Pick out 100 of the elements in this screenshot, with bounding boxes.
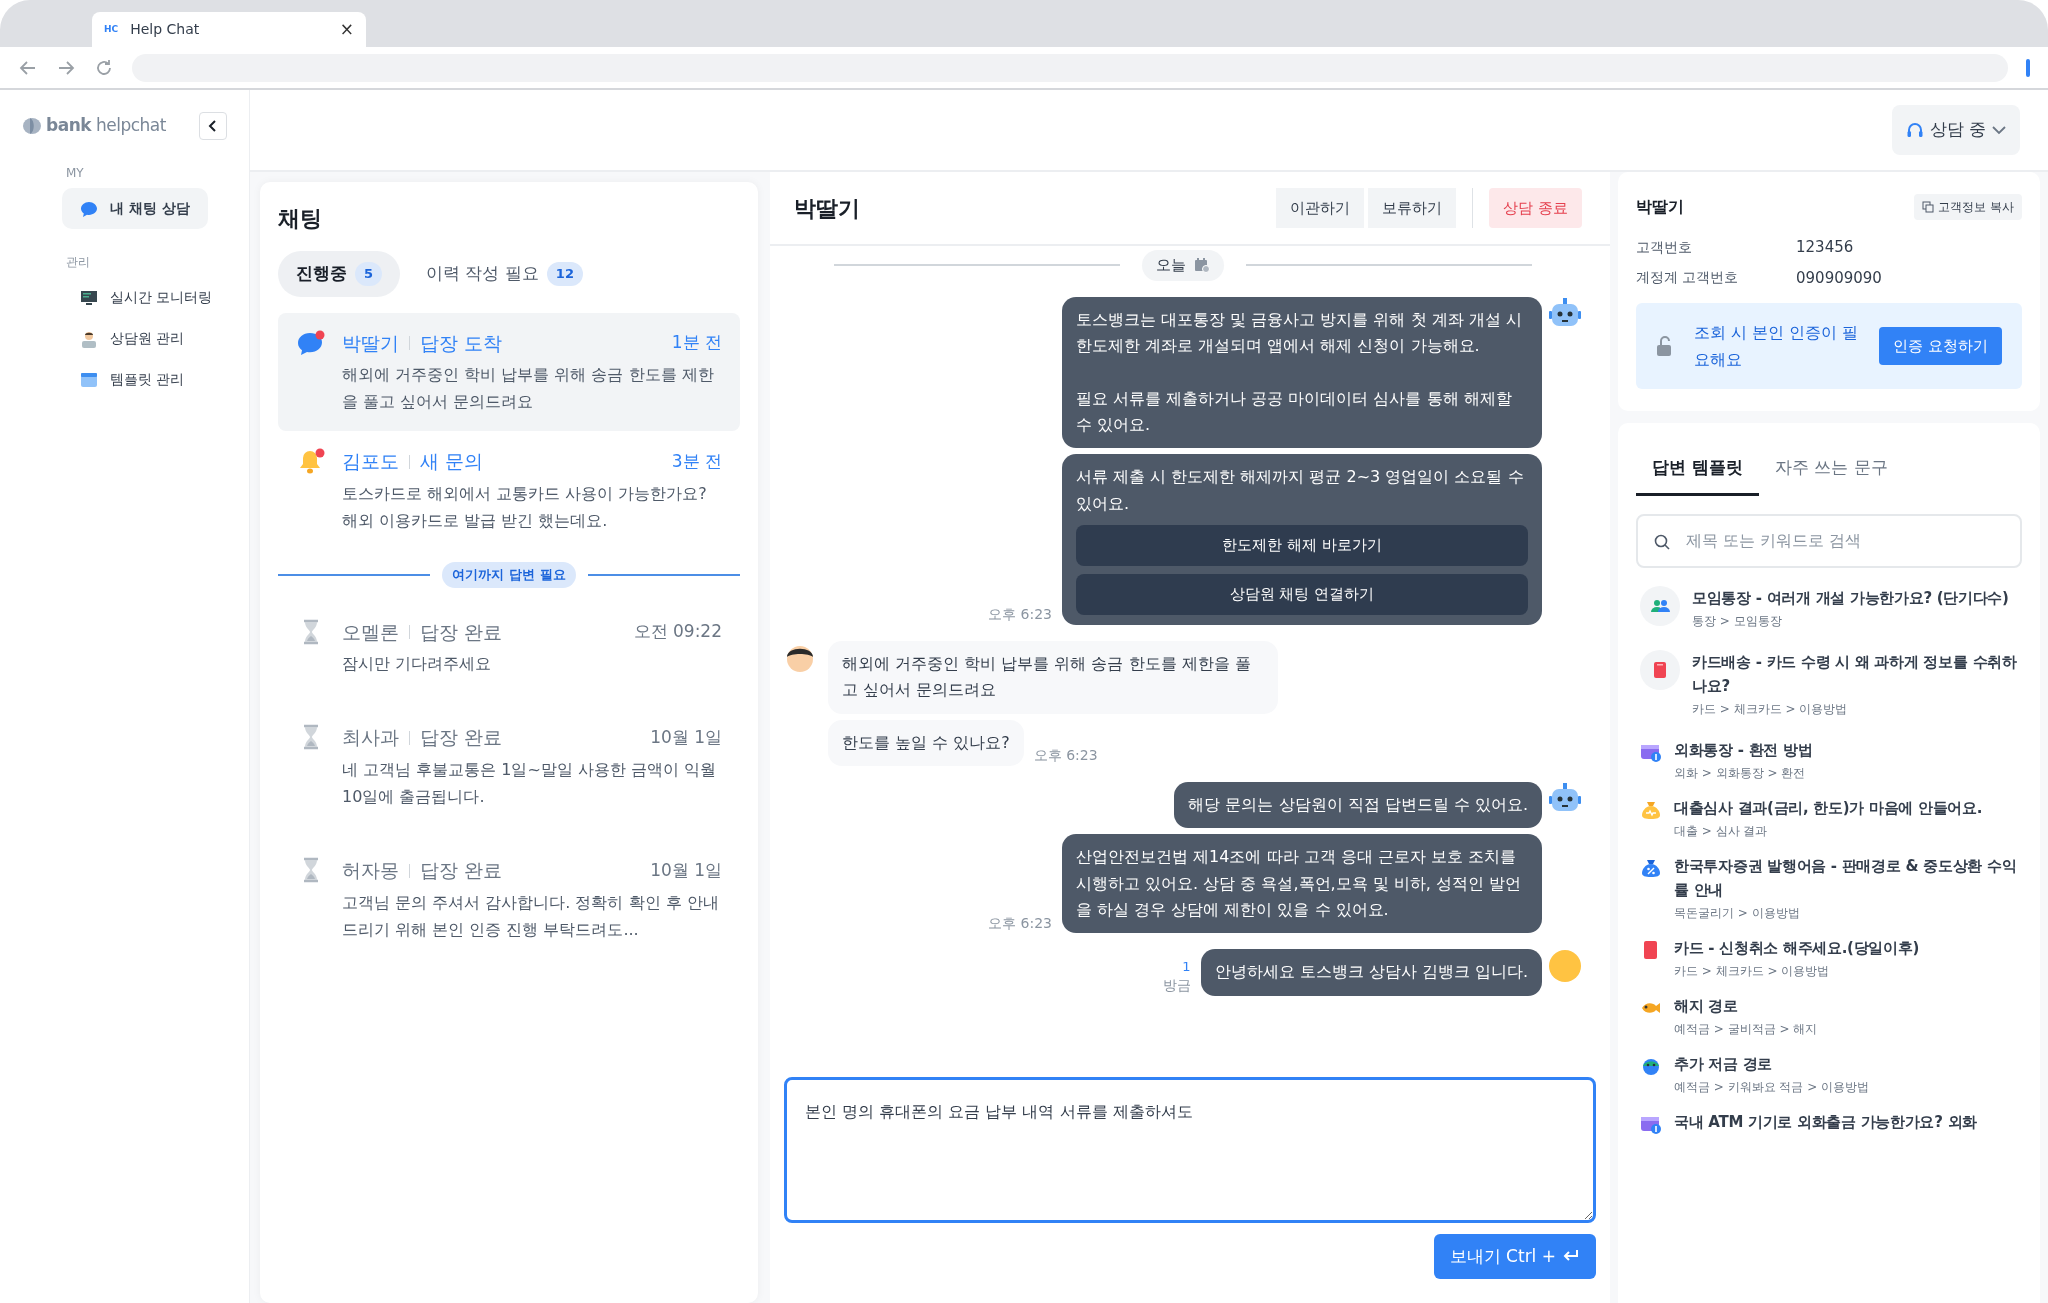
copy-customer-info-button[interactable]: 고객정보 복사 [1914, 194, 2022, 220]
template-item[interactable]: 추가 저금 경로 예적금 > 키워봐요 적금 > 이용방법 [1636, 1045, 2022, 1102]
profile-indicator-icon[interactable] [2026, 58, 2030, 77]
message-time: 방금 [1162, 976, 1191, 996]
quick-reply-button[interactable]: 한도제한 해제 바로가기 [1076, 525, 1528, 566]
message-preview: 네 고객님 후불교통은 1일~말일 사용한 금액이 익월 10일에 출금됩니다. [342, 758, 718, 809]
message-preview: 고객님 문의 주셔서 감사합니다. 정확히 확인 후 안내드리기 위해 본인 인증 진행 부탁드려도... [342, 891, 720, 941]
template-title: 카드배송 - 카드 수령 시 왜 과하게 정보를 수취하나요? [1692, 651, 2018, 697]
robot-avatar-icon [1548, 296, 1582, 329]
consult-status-dropdown[interactable]: 상담 중 [1891, 105, 2020, 155]
section-label: MY [66, 165, 85, 182]
search-field[interactable]: 제목 또는 키워드로 검색 [1636, 513, 2022, 568]
sidebar-item[interactable]: 내 채팅 상담 [62, 188, 208, 229]
logo-text: bank helpchat [46, 114, 166, 138]
end-consultation-button[interactable]: 상담 종료 [1489, 187, 1582, 229]
headset-icon [1905, 121, 1924, 139]
template-item[interactable]: 외화통장 - 환전 방법 외화 > 외화통장 > 환전 [1636, 731, 2022, 788]
monitor-icon [80, 288, 98, 307]
sidebar-item[interactable]: 템플릿 관리 [62, 359, 203, 400]
chat-list-item[interactable]: 허자몽 답장 완료 10월 1일 고객님 문의 주셔서 감사합니다. 정확히 확인 후 안내드리기 위해 본인 인증 진행 부탁드려도... [278, 840, 740, 960]
message-time: 오후 6:23 [1033, 746, 1098, 766]
field-value: 123456 [1796, 237, 1854, 258]
chat-bubble: 해당 문의는 상담원이 직접 답변드릴 수 있어요. [1174, 781, 1542, 829]
template-title: 추가 저금 경로 [1674, 1053, 1774, 1075]
customer-name: 박딸기 [1636, 196, 1684, 218]
message-time: 오후 6:23 [988, 605, 1052, 625]
chat-filter-tab[interactable]: 이력 작성 필요 12 [408, 251, 601, 297]
template-path: 외화 > 외화통장 > 환전 [1674, 764, 1807, 782]
template-item[interactable]: 해지 경로 예적금 > 굴비적금 > 해지 [1636, 987, 2022, 1044]
close-tab-button[interactable]: × [339, 21, 354, 38]
chat-bubble: 안녕하세요 토스뱅크 상담사 김뱅크 입니다. [1200, 949, 1542, 996]
logo-icon [22, 117, 42, 135]
chat-list-item[interactable]: 오멜론 답장 완료 오전 09:22 잠시만 기다려주세요 [278, 601, 740, 694]
quick-reply-button[interactable]: 상담원 채팅 연결하기 [1076, 574, 1528, 615]
tab-title: Help Chat [130, 20, 200, 39]
action-button[interactable]: 이관하기 [1276, 187, 1365, 229]
chat-status: 답장 완료 [420, 858, 503, 884]
template-path: 카드 > 체크카드 > 이용방법 [1692, 700, 1849, 718]
browser-tab[interactable]: HC Help Chat × [92, 12, 366, 47]
template-item[interactable]: 모임통장 - 여러개 개설 가능한가요? (단기다수) 통장 > 모임통장 [1636, 579, 2022, 636]
sidebar-item[interactable]: 실시간 모니터링 [62, 277, 231, 318]
unread-count: 1 [1182, 958, 1191, 977]
field-value: 090909090 [1796, 267, 1882, 289]
template-path: 예적금 > 굴비적금 > 해지 [1674, 1020, 1818, 1038]
collapse-sidebar-button[interactable] [199, 112, 227, 140]
chat-list-item[interactable]: 최사과 답장 완료 10월 1일 네 고객님 후불교통은 1일~말일 사용한 금액이 익월 10일에 출금됩니다. [278, 707, 740, 827]
message-preview: 토스카드로 해외에서 교통카드 사용이 가능한가요? 해외 이용카드로 발급 받긴 했는데요. [342, 482, 708, 533]
template-item[interactable]: 대출심사 결과(금리, 한도)가 마음에 안들어요. 대출 > 심사 결과 [1636, 789, 2022, 846]
chat-bubble: 토스뱅크는 대포통장 및 금융사고 방지를 위해 첫 계좌 개설 시 한도제한 계좌로 개설되며 앱에서 해제 신청이 가능해요. 필요 서류를 제출하거나 공공 마이데이터 심사를 통해 해제할 수 있어요. [1062, 296, 1542, 449]
customer-name: 김포도 [342, 449, 399, 475]
template-item[interactable]: 카드배송 - 카드 수령 시 왜 과하게 정보를 수취하나요? 카드 > 체크카드 > 이용방법 [1636, 643, 2022, 724]
template-item[interactable]: 국내 ATM 기기로 외화출금 가능한가요? 외화 [1636, 1103, 2022, 1140]
template-path: 예적금 > 키워봐요 적금 > 이용방법 [1674, 1078, 1870, 1096]
customer-name: 오멜론 [342, 619, 399, 645]
template-item[interactable]: 카드 - 신청취소 해주세요.(당일이후) 카드 > 체크카드 > 이용방법 [1636, 929, 2022, 986]
send-button[interactable]: 보내기 Ctrl + [1433, 1233, 1596, 1279]
customer-name: 박딸기 [342, 330, 399, 356]
chat-time: 10월 1일 [650, 725, 722, 749]
reload-icon[interactable] [94, 57, 114, 78]
chat-list-item[interactable]: 김포도 새 문의 3분 전 토스카드로 해외에서 교통카드 사용이 가능한가요? 해외 이용카드로 발급 받긴 했는데요. [278, 431, 740, 551]
chat-list-item[interactable]: 박딸기 답장 도착 1분 전 해외에 거주중인 학비 납부를 위해 송금 한도를 제한을 풀고 싶어서 문의드려요 [278, 312, 740, 432]
customer-name: 최사과 [342, 725, 399, 751]
chat-filter-tab[interactable]: 진행중 5 [278, 251, 401, 297]
action-button[interactable]: 보류하기 [1368, 187, 1457, 229]
template-path: 목돈굴리기 > 이용방법 [1674, 904, 1801, 922]
field-label: 고객번호 [1636, 237, 1693, 257]
count-badge: 12 [546, 262, 583, 286]
conversation-title: 박딸기 [794, 194, 860, 223]
template-title: 해지 경로 [1674, 995, 1739, 1017]
template-tab[interactable]: 자주 쓰는 문구 [1758, 445, 1904, 496]
chat-bubble-icon [80, 199, 98, 218]
date-label: 오늘 [1156, 255, 1186, 276]
template-tab[interactable]: 답변 템플릿 [1636, 445, 1759, 496]
chat-time: 10월 1일 [650, 858, 722, 882]
template-item[interactable]: 한국투자증권 발행어음 - 판매경로 & 중도상환 수익률 안내 목돈굴리기 > 이용방법 [1636, 847, 2022, 928]
money-bag-icon [1640, 799, 1662, 820]
chat-status: 답장 완료 [420, 619, 503, 645]
request-verification-button[interactable]: 인증 요청하기 [1879, 326, 2002, 366]
chat-time: 3분 전 [671, 449, 722, 473]
agent-avatar-icon [1548, 949, 1582, 984]
chat-bubble: 해외에 거주중인 학비 납부를 위해 송금 한도를 제한을 풀고 싶어서 문의드려요 [828, 640, 1278, 714]
template-title: 한국투자증권 발행어음 - 판매경로 & 중도상환 수익률 안내 [1674, 855, 2018, 901]
tab-favicon: HC [104, 22, 119, 36]
money-bag-icon [1640, 857, 1662, 878]
chat-time: 1분 전 [671, 331, 722, 354]
message-time: 오후 6:23 [988, 913, 1052, 933]
template-path: 대출 > 심사 결과 [1674, 822, 1769, 840]
unlock-icon [1656, 335, 1674, 358]
copy-icon [1922, 201, 1935, 213]
chat-status: 답장 완료 [420, 725, 503, 751]
template-title: 카드 - 신청취소 해주세요.(당일이후) [1674, 937, 1919, 959]
chevron-down-icon [1992, 125, 2006, 135]
template-path: 카드 > 체크카드 > 이용방법 [1674, 962, 1831, 980]
message-input[interactable]: 본인 명의 휴대폰의 요금 납부 내역 서류를 제출하셔도 [784, 1076, 1596, 1223]
chat-bubble: 산업안전보건법 제14조에 따라 고객 응대 근로자 보호 조치를 시행하고 있어요. 상담 중 욕설,폭언,모욕 및 비하, 성적인 발언을 하실 경우 상담에 제한이 있을 수 있어요. [1062, 834, 1542, 934]
template-title: 외화통장 - 환전 방법 [1674, 739, 1813, 761]
template-title: 대출심사 결과(금리, 한도)가 마음에 안들어요. [1674, 797, 1983, 819]
sidebar-item[interactable]: 상담원 관리 [62, 318, 203, 359]
chat-status: 답장 도착 [420, 330, 503, 356]
message-text: 서류 제출 시 한도제한 해제까지 평균 2~3 영업일이 소요될 수 있어요. [1076, 466, 1525, 515]
